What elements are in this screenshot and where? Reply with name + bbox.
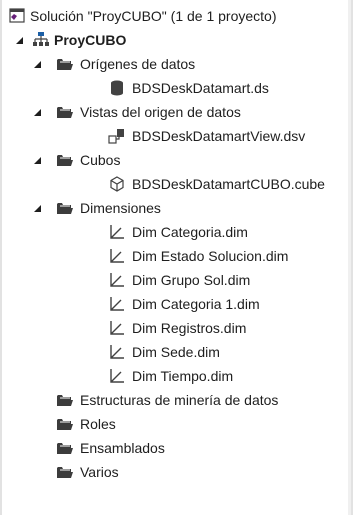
tree-item-dimension[interactable]: Dim Grupo Sol.dim bbox=[2, 268, 351, 292]
tree-item-datasource[interactable]: BDSDeskDatamart.ds bbox=[2, 76, 351, 100]
tree-item-dimension[interactable]: Dim Tiempo.dim bbox=[2, 364, 351, 388]
dsv-icon bbox=[108, 127, 126, 145]
dimension-icon bbox=[108, 295, 126, 313]
tree-folder-mining-structures[interactable]: Estructuras de minería de datos bbox=[2, 388, 351, 412]
tree-folder-data-source-views[interactable]: Vistas del origen de datos bbox=[2, 100, 351, 124]
tree-item-label: Dim Estado Solucion.dim bbox=[132, 248, 289, 264]
tree-item-solution[interactable]: Solución "ProyCUBO" (1 de 1 proyecto) bbox=[2, 4, 351, 28]
tree-item-label: Vistas del origen de datos bbox=[80, 104, 241, 120]
tree-item-label: BDSDeskDatamartCUBO.cube bbox=[132, 176, 325, 192]
datasource-icon bbox=[108, 79, 126, 97]
dimension-icon bbox=[108, 223, 126, 241]
folder-icon bbox=[56, 199, 74, 217]
tree-item-label: Solución "ProyCUBO" (1 de 1 proyecto) bbox=[30, 8, 277, 24]
tree-item-label: Dim Grupo Sol.dim bbox=[132, 272, 251, 288]
folder-icon bbox=[56, 55, 74, 73]
folder-icon bbox=[56, 463, 74, 481]
scrollbar-track[interactable] bbox=[348, 0, 351, 515]
tree-item-label: ProyCUBO bbox=[54, 32, 127, 48]
dimension-icon bbox=[108, 271, 126, 289]
tree-item-label: Dimensiones bbox=[80, 200, 161, 216]
tree-item-label: Orígenes de datos bbox=[80, 56, 196, 72]
folder-icon bbox=[56, 391, 74, 409]
project-icon bbox=[32, 31, 50, 49]
folder-icon bbox=[56, 415, 74, 433]
tree-item-label: Dim Sede.dim bbox=[132, 344, 220, 360]
tree-item-label: Ensamblados bbox=[80, 440, 165, 456]
solution-icon bbox=[8, 7, 26, 25]
tree-item-label: Dim Categoria.dim bbox=[132, 224, 248, 240]
tree-item-label: Dim Categoria 1.dim bbox=[132, 296, 260, 312]
dimension-icon bbox=[108, 367, 126, 385]
tree-item-label: Dim Tiempo.dim bbox=[132, 368, 234, 384]
tree-folder-assemblies[interactable]: Ensamblados bbox=[2, 436, 351, 460]
tree-item-label: BDSDeskDatamart.ds bbox=[132, 80, 269, 96]
tree-item-dsv[interactable]: BDSDeskDatamartView.dsv bbox=[2, 124, 351, 148]
tree-item-project[interactable]: ProyCUBO bbox=[2, 28, 351, 52]
tree-item-dimension[interactable]: Dim Categoria 1.dim bbox=[2, 292, 351, 316]
tree-item-label: Roles bbox=[80, 416, 116, 432]
tree-folder-dimensions[interactable]: Dimensiones bbox=[2, 196, 351, 220]
dimension-icon bbox=[108, 319, 126, 337]
tree-item-dimension[interactable]: Dim Sede.dim bbox=[2, 340, 351, 364]
tree-item-cube[interactable]: BDSDeskDatamartCUBO.cube bbox=[2, 172, 351, 196]
folder-icon bbox=[56, 103, 74, 121]
tree-item-dimension[interactable]: Dim Registros.dim bbox=[2, 316, 351, 340]
folder-icon bbox=[56, 151, 74, 169]
tree-folder-data-sources[interactable]: Orígenes de datos bbox=[2, 52, 351, 76]
tree-item-label: Dim Registros.dim bbox=[132, 320, 247, 336]
tree-item-label: Cubos bbox=[80, 152, 121, 168]
expanded-arrow-icon[interactable] bbox=[32, 100, 44, 124]
tree-folder-roles[interactable]: Roles bbox=[2, 412, 351, 436]
tree-folder-misc[interactable]: Varios bbox=[2, 460, 351, 484]
solution-explorer-tree: Solución "ProyCUBO" (1 de 1 proyecto) Pr… bbox=[0, 0, 353, 515]
cube-icon bbox=[108, 175, 126, 193]
dimension-icon bbox=[108, 247, 126, 265]
tree-item-dimension[interactable]: Dim Categoria.dim bbox=[2, 220, 351, 244]
folder-icon bbox=[56, 439, 74, 457]
dimension-icon bbox=[108, 343, 126, 361]
tree-item-label: BDSDeskDatamartView.dsv bbox=[132, 128, 306, 144]
expanded-arrow-icon[interactable] bbox=[32, 196, 44, 220]
expanded-arrow-icon[interactable] bbox=[32, 52, 44, 76]
tree-item-dimension[interactable]: Dim Estado Solucion.dim bbox=[2, 244, 351, 268]
expanded-arrow-icon[interactable] bbox=[32, 148, 44, 172]
tree-item-label: Estructuras de minería de datos bbox=[80, 392, 279, 408]
tree-item-label: Varios bbox=[80, 464, 119, 480]
expanded-arrow-icon[interactable] bbox=[14, 28, 26, 52]
tree-folder-cubes[interactable]: Cubos bbox=[2, 148, 351, 172]
